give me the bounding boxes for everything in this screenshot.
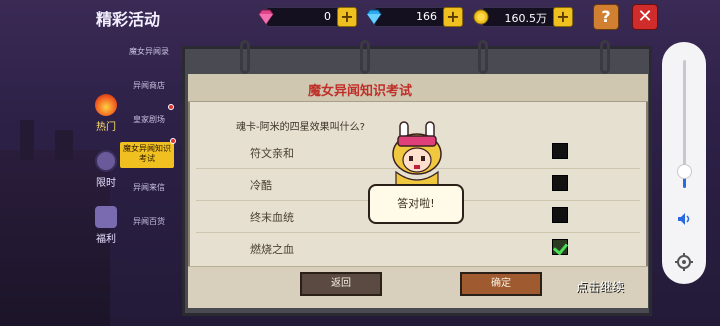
tap-to-continue[interactable]: 点击继续 (576, 278, 624, 295)
menu-item-royal-theater[interactable]: 皇家剧场 (120, 114, 178, 125)
confirm-button[interactable]: 确定 (460, 272, 542, 296)
blue-gem-icon (366, 9, 382, 25)
add-gold-button[interactable]: + (553, 7, 573, 27)
clock-icon (95, 150, 117, 172)
binder-ring (240, 40, 250, 74)
pink-gem-count: 0 (324, 10, 331, 23)
option-label: 燃烧之血 (250, 243, 294, 256)
option-label: 冷酷 (250, 179, 272, 192)
quiz-question: 魂卡-阿米的四星效果叫什么? (236, 122, 365, 133)
gear-icon[interactable] (674, 252, 694, 272)
binder-ring (600, 40, 610, 74)
option-checkbox[interactable] (552, 143, 568, 159)
option-label: 符文亲和 (250, 147, 294, 160)
close-button[interactable]: ✕ (632, 4, 658, 30)
divider (196, 232, 640, 233)
tab-hot-label: 热门 (96, 122, 116, 133)
menu-item-knowledge-exam[interactable]: 魔女异闻知识考试 (120, 142, 174, 168)
page-title: 精彩活动 (96, 10, 161, 29)
quiz-title: 魔女异闻知识考试 (307, 84, 412, 99)
gold-coin-icon (473, 9, 489, 25)
tab-limited[interactable]: 限时 (90, 150, 122, 189)
option-checkbox[interactable] (552, 207, 568, 223)
help-button[interactable]: ? (593, 4, 619, 30)
menu-item-rumor-store[interactable]: 异闻百货 (120, 216, 178, 227)
top-bar: 精彩活动 0 + 166 + 160.5万 + ? ✕ (0, 0, 720, 34)
speaker-icon[interactable] (676, 211, 692, 227)
gift-icon (95, 206, 117, 228)
resource-gold-coin: 160.5万 + (473, 7, 573, 27)
tab-welfare[interactable]: 福利 (90, 206, 122, 245)
tab-limited-label: 限时 (96, 178, 116, 189)
back-button[interactable]: 返回 (300, 272, 382, 296)
resource-blue-gem: 166 + (366, 7, 463, 27)
bunny-girl-character (392, 121, 442, 187)
binder-ring (360, 40, 370, 74)
volume-track[interactable] (683, 60, 686, 170)
option-checkbox-checked[interactable] (552, 239, 568, 255)
menu-item-rumor-letters[interactable]: 异闻来信 (120, 182, 178, 193)
volume-slider-handle[interactable] (677, 164, 692, 179)
menu-item-witch-record[interactable]: 魔女异闻录 (120, 46, 178, 57)
tab-hot[interactable]: 热门 (90, 94, 122, 133)
resource-pink-gem: 0 + (258, 7, 357, 27)
notification-dot (168, 104, 174, 110)
blue-gem-count: 166 (416, 10, 437, 23)
gold-coin-count: 160.5万 (504, 12, 548, 25)
add-blue-gem-button[interactable]: + (443, 7, 463, 27)
notification-dot (170, 138, 176, 144)
add-pink-gem-button[interactable]: + (337, 7, 357, 27)
feedback-bubble: 答对啦! (368, 184, 464, 224)
binder-ring (478, 40, 488, 74)
pink-gem-icon (258, 9, 274, 25)
option-checkbox[interactable] (552, 175, 568, 191)
tab-welfare-label: 福利 (96, 234, 116, 245)
option-label: 终末血统 (250, 211, 294, 224)
